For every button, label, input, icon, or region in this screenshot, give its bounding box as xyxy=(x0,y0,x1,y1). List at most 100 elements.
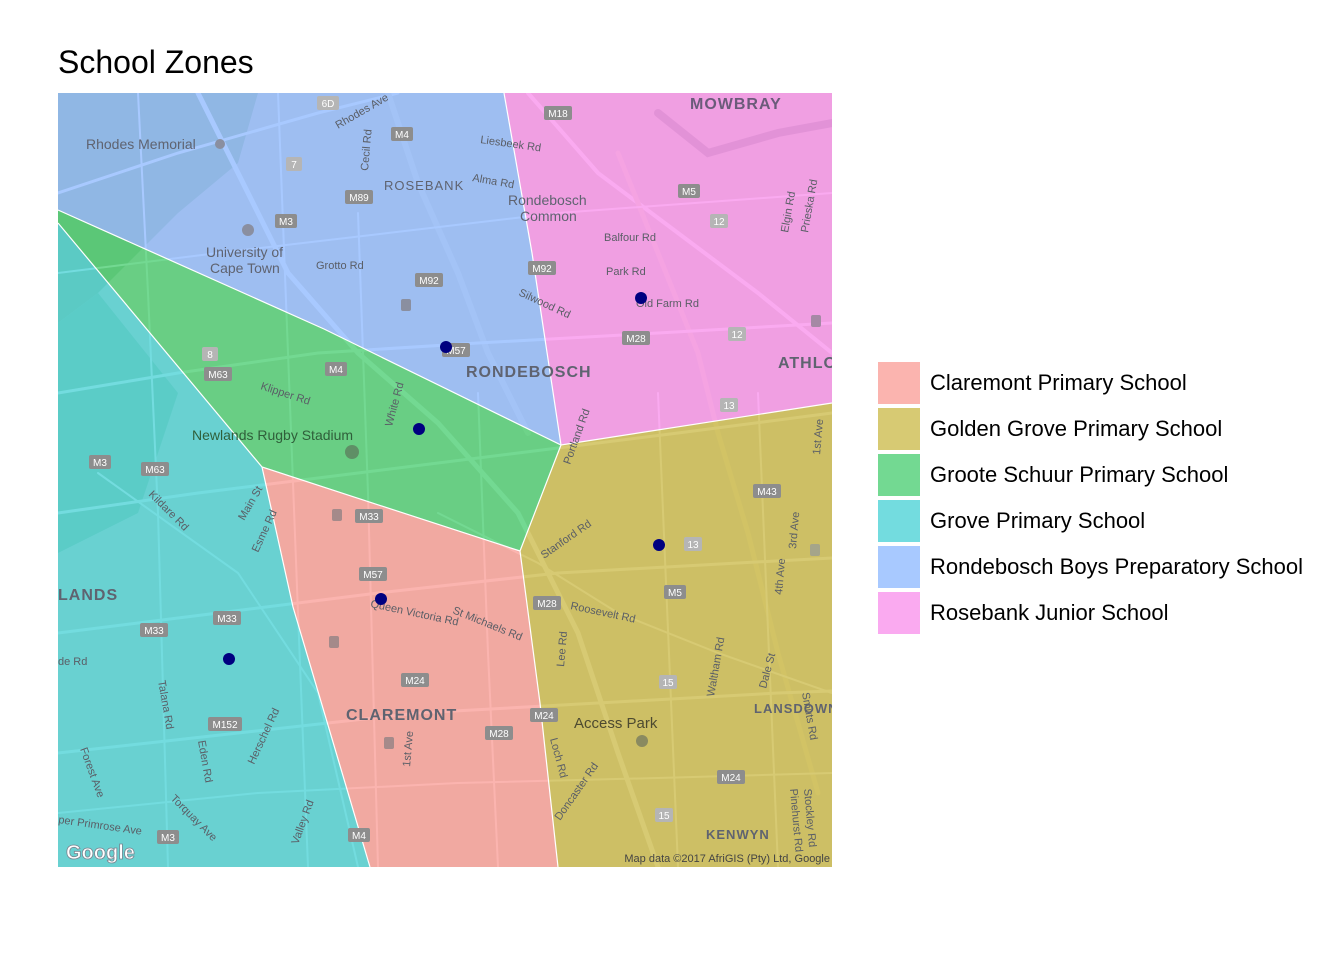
road-shield: M63 xyxy=(204,367,232,381)
school-zones xyxy=(58,93,832,867)
place-label-access-park: Access Park xyxy=(574,715,658,732)
road-shield: M92 xyxy=(528,261,556,275)
svg-text:M33: M33 xyxy=(359,512,379,523)
svg-text:12: 12 xyxy=(731,330,743,341)
place-label-athlone: ATHLO xyxy=(778,355,832,372)
stadium-icon xyxy=(345,445,359,459)
legend: Claremont Primary School Golden Grove Pr… xyxy=(878,360,1303,636)
google-logo: Google xyxy=(66,842,135,864)
road-shield: 8 xyxy=(202,347,218,361)
svg-text:M24: M24 xyxy=(534,711,554,722)
road-shield: M28 xyxy=(533,596,561,610)
svg-text:6D: 6D xyxy=(322,99,335,110)
school-marker-rondebosch-boys-prep xyxy=(440,341,452,353)
chart-title: School Zones xyxy=(58,44,254,80)
svg-text:13: 13 xyxy=(723,401,735,412)
road-shield: M24 xyxy=(530,708,558,722)
road-shield: 15 xyxy=(659,675,677,689)
road-shield: M33 xyxy=(213,611,241,625)
svg-text:M33: M33 xyxy=(144,626,164,637)
svg-text:M63: M63 xyxy=(208,370,228,381)
bus-stop-icon xyxy=(401,299,411,311)
place-label-mowbray: MOWBRAY xyxy=(690,96,782,113)
legend-label: Rondebosch Boys Preparatory School xyxy=(930,554,1303,579)
bus-stop-icon xyxy=(811,315,821,327)
road-shield: 13 xyxy=(684,537,702,551)
road-shield: M89 xyxy=(345,190,373,204)
place-label-claremont: CLAREMONT xyxy=(346,707,457,724)
street-label: Park Rd xyxy=(606,266,646,278)
road-shield: M18 xyxy=(544,106,572,120)
legend-swatch xyxy=(878,500,920,542)
legend-item[interactable]: Groote Schuur Primary School xyxy=(878,452,1303,498)
bus-stop-icon xyxy=(810,544,820,556)
road-shield: 6D xyxy=(317,96,339,110)
svg-text:M57: M57 xyxy=(363,570,383,581)
legend-swatch xyxy=(878,362,920,404)
road-shield: 15 xyxy=(655,808,673,822)
svg-text:M4: M4 xyxy=(329,365,343,376)
place-label-rondebosch-common-1: Rondebosch xyxy=(508,192,587,208)
svg-text:M5: M5 xyxy=(668,588,682,599)
legend-swatch xyxy=(878,408,920,450)
legend-swatch xyxy=(878,546,920,588)
map-canvas[interactable]: M18 M4 M89 M3 M5 12 M92 M92 M57 M28 12 M… xyxy=(58,93,832,867)
svg-text:M3: M3 xyxy=(161,833,175,844)
shopping-icon xyxy=(636,735,648,747)
legend-item[interactable]: Rosebank Junior School xyxy=(878,590,1303,636)
svg-text:8: 8 xyxy=(207,350,213,361)
road-shield: M152 xyxy=(208,717,242,731)
road-shield: M43 xyxy=(753,484,781,498)
road-shield: 7 xyxy=(286,157,302,171)
school-marker-groote-schuur xyxy=(413,423,425,435)
school-marker-claremont-primary xyxy=(375,593,387,605)
svg-text:12: 12 xyxy=(713,217,725,228)
legend-item[interactable]: Claremont Primary School xyxy=(878,360,1303,406)
place-label-lands: LANDS xyxy=(58,587,118,604)
svg-text:M43: M43 xyxy=(757,487,777,498)
svg-text:M92: M92 xyxy=(532,264,552,275)
svg-text:M63: M63 xyxy=(145,465,165,476)
landmark-icon xyxy=(215,139,225,149)
road-shield: M63 xyxy=(141,462,169,476)
svg-text:M3: M3 xyxy=(279,217,293,228)
svg-text:M24: M24 xyxy=(405,676,425,687)
legend-item[interactable]: Rondebosch Boys Preparatory School xyxy=(878,544,1303,590)
street-label: Balfour Rd xyxy=(604,232,656,244)
svg-text:M18: M18 xyxy=(548,109,568,120)
road-shield: M5 xyxy=(664,585,686,599)
road-shield: M24 xyxy=(401,673,429,687)
map-attribution: Map data ©2017 AfriGIS (Pty) Ltd, Google xyxy=(624,853,830,865)
road-shield: M28 xyxy=(622,331,650,345)
road-shield: M33 xyxy=(355,509,383,523)
street-label: Grotto Rd xyxy=(316,260,364,272)
legend-label: Claremont Primary School xyxy=(930,370,1187,395)
svg-text:15: 15 xyxy=(658,811,670,822)
bus-stop-icon xyxy=(332,509,342,521)
svg-text:M33: M33 xyxy=(217,614,237,625)
road-shield: 13 xyxy=(720,398,738,412)
legend-item[interactable]: Grove Primary School xyxy=(878,498,1303,544)
road-shield: M4 xyxy=(391,127,413,141)
legend-label: Groote Schuur Primary School xyxy=(930,462,1229,487)
svg-text:M152: M152 xyxy=(212,720,237,731)
svg-text:M5: M5 xyxy=(682,187,696,198)
svg-text:M4: M4 xyxy=(395,130,409,141)
road-shield: M24 xyxy=(717,770,745,784)
svg-text:M89: M89 xyxy=(349,193,369,204)
svg-text:M28: M28 xyxy=(489,729,509,740)
svg-text:7: 7 xyxy=(291,160,297,171)
legend-swatch xyxy=(878,592,920,634)
place-label-rosebank: ROSEBANK xyxy=(384,178,464,193)
school-marker-golden-grove xyxy=(653,539,665,551)
map-panel[interactable]: M18 M4 M89 M3 M5 12 M92 M92 M57 M28 12 M… xyxy=(58,93,832,867)
legend-label: Rosebank Junior School xyxy=(930,600,1169,625)
legend-item[interactable]: Golden Grove Primary School xyxy=(878,406,1303,452)
svg-text:13: 13 xyxy=(687,540,699,551)
place-label-kenwyn: KENWYN xyxy=(706,827,770,842)
bus-stop-icon xyxy=(329,636,339,648)
road-shield: M28 xyxy=(485,726,513,740)
svg-text:M28: M28 xyxy=(537,599,557,610)
road-shield: M33 xyxy=(140,623,168,637)
road-shield: M4 xyxy=(325,362,347,376)
